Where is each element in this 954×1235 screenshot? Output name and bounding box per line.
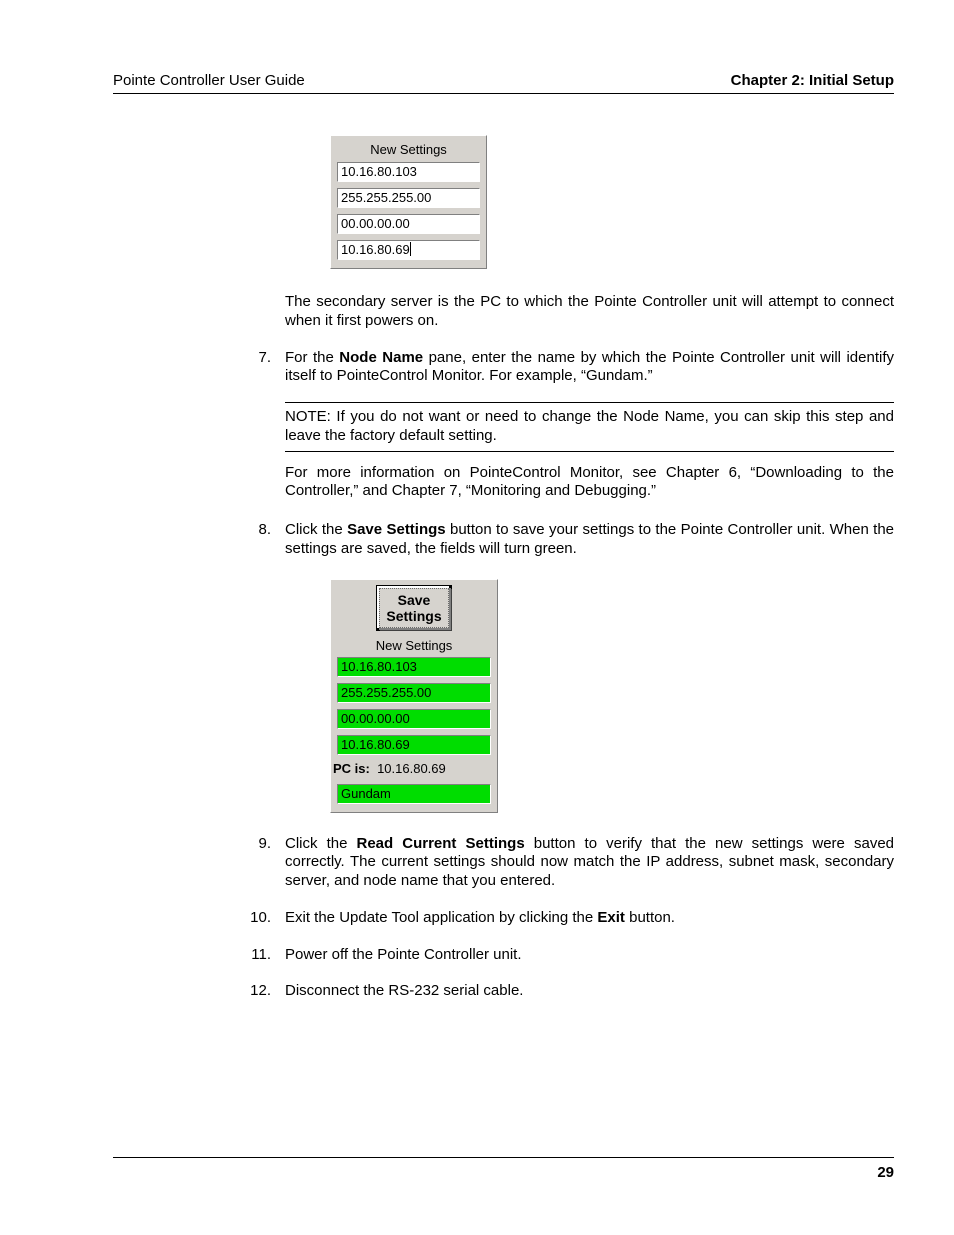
step-7-number: 7. [237, 349, 271, 502]
figure2-field-ip: 10.16.80.103 [337, 657, 491, 677]
step9-text-a: Click the [285, 835, 357, 852]
step-12-number: 12. [237, 982, 271, 1001]
page-header: Pointe Controller User Guide Chapter 2: … [113, 72, 894, 94]
step10-text-b: button. [625, 909, 675, 926]
save-settings-button[interactable]: Save Settings [379, 588, 448, 628]
step-11-number: 11. [237, 946, 271, 965]
page-number: 29 [113, 1157, 894, 1181]
figure2-field-gateway: 00.00.00.00 [337, 709, 491, 729]
figure1-field-secondary-value: 10.16.80.69 [341, 242, 410, 257]
step10-text-a: Exit the Update Tool application by clic… [285, 909, 597, 926]
step-12-body: Disconnect the RS-232 serial cable. [285, 982, 894, 1001]
figure2-field-secondary: 10.16.80.69 [337, 735, 491, 755]
save-settings-button-line1: Save [398, 592, 431, 608]
step-9-number: 9. [237, 835, 271, 891]
step-10-body: Exit the Update Tool application by clic… [285, 909, 894, 928]
step7-moreinfo: For more information on PointeControl Mo… [285, 464, 894, 502]
save-settings-button-wrap: Save Settings [337, 588, 491, 628]
step-10: 10. Exit the Update Tool application by … [285, 909, 894, 928]
step-9-body: Click the Read Current Settings button t… [285, 835, 894, 891]
step-8-number: 8. [237, 521, 271, 559]
document-page: Pointe Controller User Guide Chapter 2: … [0, 0, 954, 1235]
figure1-field-gateway: 00.00.00.00 [337, 214, 480, 234]
step7-note: NOTE: If you do not want or need to chan… [285, 402, 894, 452]
figure1-title: New Settings [337, 142, 480, 157]
step-9: 9. Click the Read Current Settings butto… [285, 835, 894, 891]
figure1-field-subnet: 255.255.255.00 [337, 188, 480, 208]
header-chapter: Chapter 2: Initial Setup [731, 72, 894, 89]
paragraph-secondary-server: The secondary server is the PC to which … [285, 293, 894, 331]
step-11: 11. Power off the Pointe Controller unit… [285, 946, 894, 965]
step-7-body: For the Node Name pane, enter the name b… [285, 349, 894, 502]
figure2-field-subnet: 255.255.255.00 [337, 683, 491, 703]
step8-bold-savesettings: Save Settings [347, 521, 446, 538]
step9-bold-readcurrent: Read Current Settings [357, 835, 525, 852]
step8-text-a: Click the [285, 521, 347, 538]
step-10-number: 10. [237, 909, 271, 928]
step-7: 7. For the Node Name pane, enter the nam… [285, 349, 894, 502]
step-8-body: Click the Save Settings button to save y… [285, 521, 894, 559]
step-11-body: Power off the Pointe Controller unit. [285, 946, 894, 965]
figure1-field-secondary: 10.16.80.69 [337, 240, 480, 260]
figure2-field-nodename: Gundam [337, 784, 491, 804]
pc-is-label: PC is: [333, 761, 370, 776]
step7-text-a: For the [285, 349, 339, 366]
pc-is-row: PC is: 10.16.80.69 [333, 761, 491, 776]
pc-is-value: 10.16.80.69 [377, 761, 446, 776]
step7-bold-nodename: Node Name [339, 349, 423, 366]
step10-bold-exit: Exit [597, 909, 625, 926]
figure-new-settings-green: Save Settings New Settings 10.16.80.103 … [330, 579, 498, 813]
header-doc-title: Pointe Controller User Guide [113, 72, 305, 89]
figure2-title: New Settings [337, 638, 491, 653]
page-content: New Settings 10.16.80.103 255.255.255.00… [285, 135, 894, 1001]
figure-new-settings-white: New Settings 10.16.80.103 255.255.255.00… [330, 135, 487, 269]
save-settings-button-line2: Settings [386, 608, 441, 624]
figure1-field-ip: 10.16.80.103 [337, 162, 480, 182]
step-8: 8. Click the Save Settings button to sav… [285, 521, 894, 559]
step-12: 12. Disconnect the RS-232 serial cable. [285, 982, 894, 1001]
text-caret-icon [410, 242, 411, 256]
